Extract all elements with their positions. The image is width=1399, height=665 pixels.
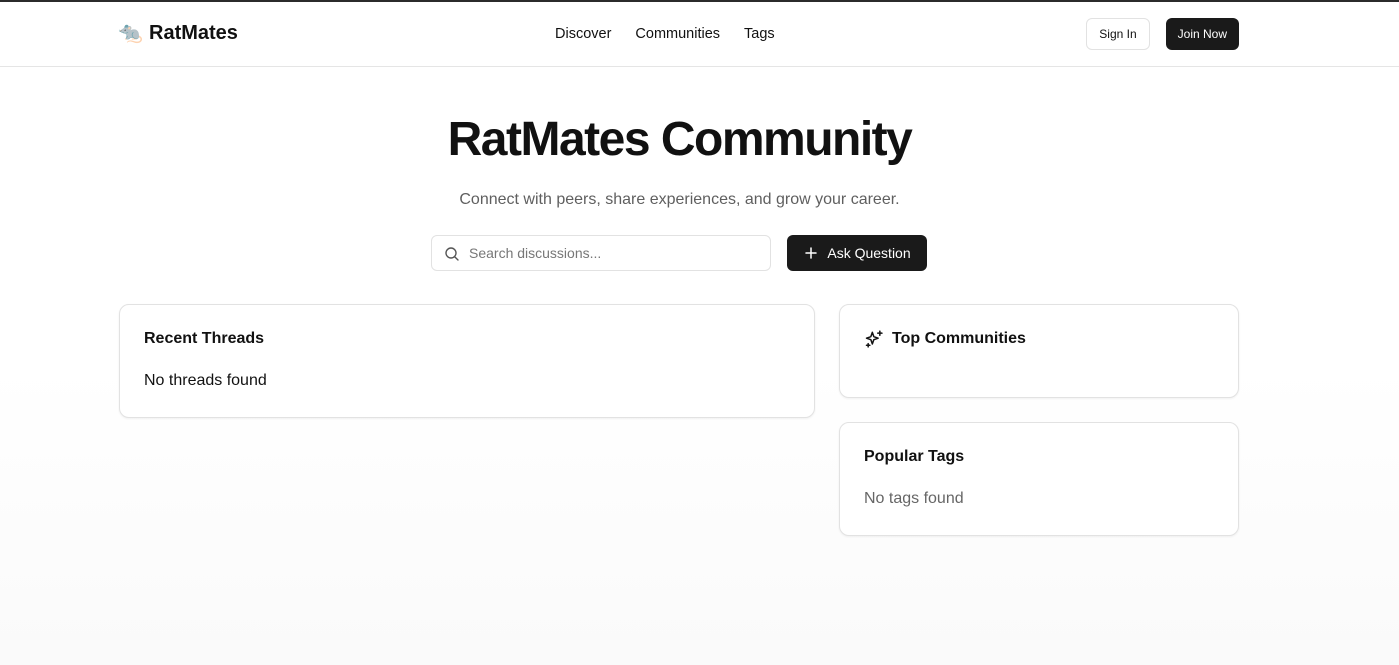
brand-link[interactable]: 🐀 RatMates: [118, 21, 238, 45]
top-communities-title: Top Communities: [864, 329, 1026, 349]
page-subtitle: Connect with peers, share experiences, a…: [459, 191, 900, 208]
search-row: Ask Question: [431, 235, 927, 271]
brand-name: RatMates: [149, 22, 238, 44]
search-icon: [445, 247, 459, 261]
nav-tags[interactable]: Tags: [744, 24, 775, 44]
ask-question-label: Ask Question: [827, 245, 911, 261]
auth-buttons: Sign In Join Now: [1086, 18, 1239, 50]
tags-empty-state: No tags found: [864, 490, 964, 507]
top-communities-title-text: Top Communities: [892, 330, 1026, 347]
ask-question-button[interactable]: Ask Question: [787, 235, 927, 271]
recent-threads-card: Recent Threads No threads found: [119, 304, 815, 418]
popular-tags-title: Popular Tags: [864, 447, 964, 467]
search-box: [431, 235, 771, 271]
join-now-button[interactable]: Join Now: [1165, 18, 1239, 50]
popular-tags-title-text: Popular Tags: [864, 448, 965, 465]
sign-in-button[interactable]: Sign In: [1086, 18, 1150, 50]
nav-communities[interactable]: Communities: [635, 24, 720, 44]
page-title: RatMates Community: [447, 113, 913, 166]
nav-discover[interactable]: Discover: [555, 24, 611, 44]
rat-logo-icon: 🐀: [118, 22, 143, 44]
recent-threads-title-text: Recent Threads: [144, 330, 265, 347]
popular-tags-card: Popular Tags No tags found: [839, 422, 1239, 536]
recent-threads-title: Recent Threads: [144, 329, 264, 349]
search-input[interactable]: [432, 236, 770, 270]
plus-icon: [805, 247, 818, 259]
top-communities-card: Top Communities: [839, 304, 1239, 398]
main-nav: Discover Communities Tags: [555, 24, 775, 44]
threads-empty-state: No threads found: [144, 372, 267, 389]
top-navbar: 🐀 RatMates Discover Communities Tags Sig…: [0, 2, 1399, 67]
sparkles-icon: [865, 330, 883, 348]
